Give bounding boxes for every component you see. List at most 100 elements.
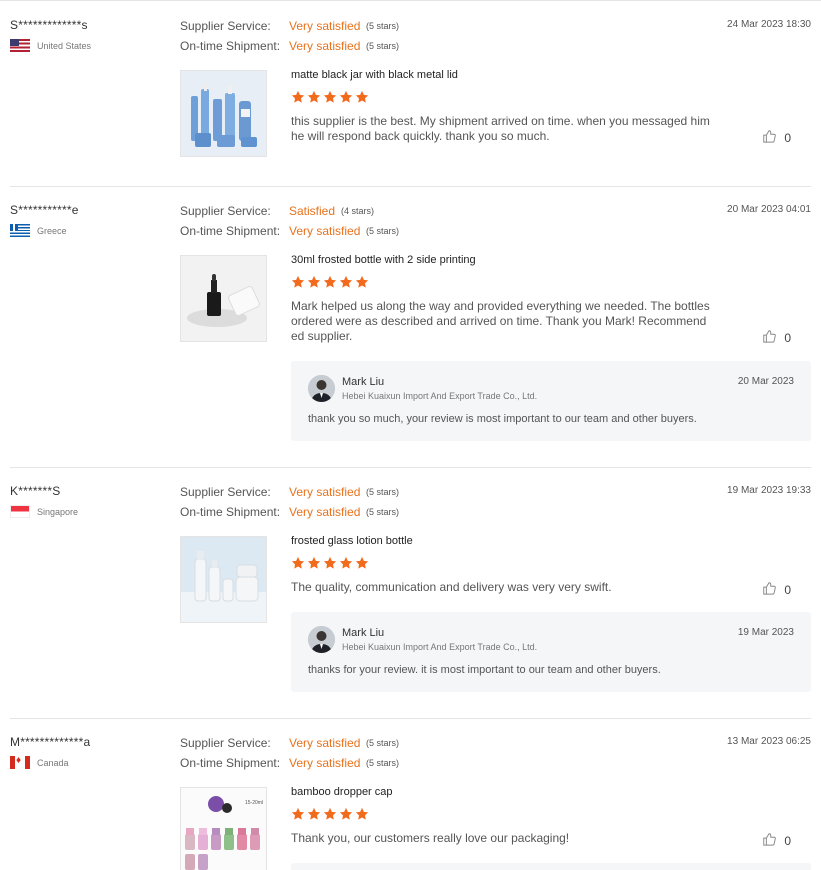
reply-text: thanks for your review. it is most impor…	[308, 664, 661, 676]
supplier-service-stars: (5 stars)	[366, 21, 400, 31]
reply-date: 19 Mar 2023	[737, 627, 794, 638]
shipment-stars: (5 stars)	[366, 41, 400, 51]
review-divider	[10, 718, 811, 719]
shipment-label: On-time Shipment:	[180, 756, 281, 770]
supplier-service-stars: (4 stars)	[341, 206, 375, 216]
star-icon	[291, 556, 305, 569]
country-name: United States	[37, 40, 92, 51]
reviewer-country: Greece	[10, 224, 67, 237]
reply-company: Hebei Kuaixun Import And Export Trade Co…	[342, 642, 538, 652]
like-count: 0	[784, 130, 791, 145]
star-icon	[291, 807, 305, 820]
shipment-value: Very satisfied	[289, 505, 361, 519]
avatar	[308, 375, 335, 402]
star-icon	[323, 807, 337, 820]
product-title[interactable]: frosted glass lotion bottle	[291, 535, 413, 547]
rating-stars	[291, 275, 369, 289]
supplier-service-value: Very satisfied	[289, 485, 361, 499]
product-thumbnail[interactable]	[180, 536, 267, 623]
star-icon	[307, 90, 321, 103]
product-thumbnail[interactable]	[180, 70, 267, 157]
review-date: 20 Mar 2023 04:01	[727, 204, 811, 215]
shipment-stars: (5 stars)	[366, 507, 400, 517]
review-item: S*************s United States Supplier S…	[10, 18, 811, 168]
supplier-service-stars: (5 stars)	[366, 738, 400, 748]
top-divider	[0, 0, 821, 1]
reply-author: Mark Liu	[342, 627, 385, 639]
supplier-service-value: Very satisfied	[289, 736, 361, 750]
product-thumbnail[interactable]	[180, 255, 267, 342]
shipment-value: Very satisfied	[289, 756, 361, 770]
reviewer-country: Canada	[10, 756, 69, 769]
reviewer-name: K*******S	[10, 484, 61, 498]
like-count: 0	[784, 833, 791, 848]
star-icon	[355, 90, 369, 103]
thumbs-up-icon	[762, 832, 777, 849]
supplier-reply	[291, 863, 811, 870]
reviewer-name: M*************a	[10, 735, 91, 749]
rating-stars	[291, 90, 369, 104]
product-title[interactable]: 30ml frosted bottle with 2 side printing	[291, 254, 476, 266]
supplier-service-value: Satisfied	[289, 204, 336, 218]
supplier-service-stars: (5 stars)	[366, 487, 400, 497]
reply-date: 20 Mar 2023	[737, 376, 794, 387]
review-text: The quality, communication and delivery …	[291, 580, 612, 594]
star-icon	[323, 275, 337, 288]
star-icon	[339, 556, 353, 569]
star-icon	[355, 556, 369, 569]
like-button[interactable]: 0	[762, 832, 791, 849]
shipment-value: Very satisfied	[289, 39, 361, 53]
thumbs-up-icon	[762, 581, 777, 598]
shipment-label: On-time Shipment:	[180, 505, 281, 519]
singapore-flag-icon	[10, 505, 30, 518]
star-icon	[323, 556, 337, 569]
like-count: 0	[784, 582, 791, 597]
star-icon	[339, 807, 353, 820]
shipment-stars: (5 stars)	[366, 226, 400, 236]
star-icon	[355, 807, 369, 820]
reviewer-name: S*************s	[10, 18, 88, 32]
thumbs-up-icon	[762, 129, 777, 146]
avatar	[308, 626, 335, 653]
reviewer-country: Singapore	[10, 505, 78, 518]
thumb-size-label: 15-20ml	[245, 800, 263, 806]
star-icon	[323, 90, 337, 103]
country-name: Greece	[37, 225, 67, 236]
reply-text: thank you so much, your review is most i…	[308, 413, 697, 425]
greece-flag-icon	[10, 224, 30, 237]
product-title[interactable]: matte black jar with black metal lid	[291, 69, 458, 81]
review-divider	[10, 186, 811, 187]
review-divider	[10, 467, 811, 468]
supplier-service-label: Supplier Service:	[180, 204, 271, 218]
star-icon	[307, 275, 321, 288]
us-flag-icon	[10, 39, 30, 52]
review-date: 19 Mar 2023 19:33	[727, 485, 811, 496]
like-button[interactable]: 0	[762, 329, 791, 346]
star-icon	[291, 90, 305, 103]
supplier-service-label: Supplier Service:	[180, 19, 271, 33]
country-name: Canada	[37, 757, 69, 768]
star-icon	[291, 275, 305, 288]
supplier-reply: Mark Liu Hebei Kuaixun Import And Export…	[291, 612, 811, 692]
star-icon	[355, 275, 369, 288]
reviewer-name: S***********e	[10, 203, 79, 217]
thumbs-up-icon	[762, 329, 777, 346]
product-title[interactable]: bamboo dropper cap	[291, 786, 393, 798]
rating-stars	[291, 807, 369, 821]
product-thumbnail[interactable]: 15-20ml	[180, 787, 267, 870]
review-date: 24 Mar 2023 18:30	[727, 19, 811, 30]
canada-flag-icon	[10, 756, 30, 769]
like-button[interactable]: 0	[762, 581, 791, 598]
supplier-reply: Mark Liu Hebei Kuaixun Import And Export…	[291, 361, 811, 441]
review-text: Mark helped us along the way and provide…	[291, 299, 710, 343]
supplier-service-value: Very satisfied	[289, 19, 361, 33]
like-button[interactable]: 0	[762, 129, 791, 146]
supplier-service-label: Supplier Service:	[180, 736, 271, 750]
reviewer-country: United States	[10, 39, 91, 52]
shipment-stars: (5 stars)	[366, 758, 400, 768]
review-text: this supplier is the best. My shipment a…	[291, 114, 710, 143]
star-icon	[307, 556, 321, 569]
country-name: Singapore	[37, 506, 79, 517]
review-item: S***********e Greece Supplier Service: S…	[10, 203, 811, 453]
review-date: 13 Mar 2023 06:25	[727, 736, 811, 747]
